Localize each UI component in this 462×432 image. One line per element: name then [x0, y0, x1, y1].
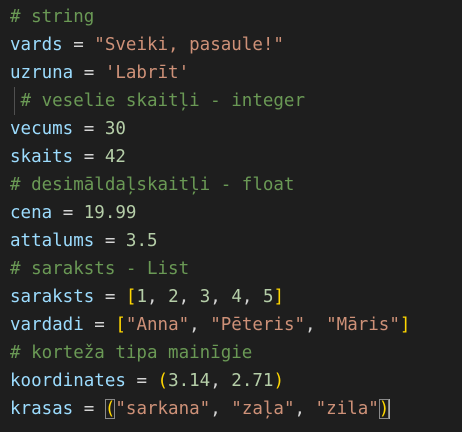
token-variable: skaits	[10, 147, 74, 167]
token-bracket1: [	[115, 315, 126, 335]
token-number: 30	[104, 119, 126, 139]
token-number: 19.99	[83, 203, 137, 223]
token-bracket1-match: (	[104, 399, 116, 419]
line-comment-tuple[interactable]: # korteža tipa mainīgie	[10, 339, 252, 367]
line-uzruna[interactable]: uzruna = 'Labrīt'	[10, 59, 189, 87]
token-string: "zila"	[315, 399, 379, 419]
token-operator: =	[94, 287, 126, 307]
line-krasas[interactable]: krasas = ("sarkana", "zaļa", "zila")	[10, 395, 391, 423]
token-punct: ,	[305, 315, 327, 335]
token-string: 'Labrīt'	[104, 63, 190, 83]
token-operator: =	[73, 119, 105, 139]
token-number: 42	[104, 147, 126, 167]
line-comment-list[interactable]: # saraksts - List	[10, 255, 189, 283]
token-comment: # veselie skaitļi - integer	[10, 91, 306, 111]
line-attalums[interactable]: attalums = 3.5	[10, 227, 158, 255]
token-comment: # saraksts - List	[10, 259, 190, 279]
token-punct: ,	[147, 287, 169, 307]
token-number: 3.5	[125, 231, 158, 251]
token-number: 2	[168, 287, 179, 307]
token-punct: ,	[210, 371, 232, 391]
line-comment-float[interactable]: # desimāldaļskaitļi - float	[10, 171, 294, 199]
token-variable: koordinates	[10, 371, 126, 391]
token-number: 4	[231, 287, 242, 307]
token-punct: ,	[241, 287, 263, 307]
token-string: "Pēteris"	[210, 315, 306, 335]
token-number: 5	[262, 287, 274, 307]
token-string: "sarkana"	[115, 399, 211, 419]
token-operator: =	[73, 399, 105, 419]
text-cursor	[388, 399, 391, 419]
token-number: 3	[199, 287, 211, 307]
token-punct: ,	[210, 287, 232, 307]
token-comment: # string	[10, 7, 95, 27]
token-string: "Anna"	[125, 315, 190, 335]
token-bracket1: ]	[273, 287, 285, 307]
token-variable: saraksts	[10, 287, 95, 307]
line-vecums[interactable]: vecums = 30	[10, 115, 126, 143]
token-punct: ,	[189, 315, 211, 335]
token-number: 2.71	[231, 371, 274, 391]
token-variable: uzruna	[10, 63, 74, 83]
token-number: 1	[136, 287, 147, 307]
token-bracket1: ]	[399, 315, 411, 335]
token-operator: =	[73, 147, 105, 167]
line-vards[interactable]: vards = "Sveiki, pasaule!"	[10, 31, 284, 59]
token-string: "Māris"	[326, 315, 400, 335]
token-comment: # korteža tipa mainīgie	[10, 343, 253, 363]
token-operator: =	[62, 35, 95, 55]
token-comment: # desimāldaļskaitļi - float	[10, 175, 295, 195]
token-variable: vards	[10, 35, 63, 55]
token-punct: ,	[178, 287, 200, 307]
token-bracket1: (	[157, 371, 169, 391]
token-operator: =	[94, 231, 126, 251]
token-variable: cena	[10, 203, 53, 223]
code-editor[interactable]: # string vards = "Sveiki, pasaule!" uzruna…	[0, 0, 462, 432]
line-vardadi[interactable]: vardadi = ["Anna", "Pēteris", "Māris"]	[10, 311, 410, 339]
token-punct: ,	[294, 399, 316, 419]
line-comment-string[interactable]: # string	[10, 3, 94, 31]
token-punct: ,	[210, 399, 232, 419]
line-comment-integer[interactable]: # veselie skaitļi - integer	[10, 87, 305, 115]
line-cena[interactable]: cena = 19.99	[10, 199, 136, 227]
token-variable: vardadi	[10, 315, 84, 335]
token-bracket1: )	[273, 371, 284, 391]
token-number: 3.14	[168, 371, 211, 391]
token-operator: =	[83, 315, 116, 335]
token-string: "zaļa"	[231, 399, 295, 419]
token-operator: =	[73, 63, 105, 83]
line-skaits[interactable]: skaits = 42	[10, 143, 126, 171]
token-variable: vecums	[10, 119, 74, 139]
token-variable: krasas	[10, 399, 74, 419]
token-string: "Sveiki, pasaule!"	[94, 35, 284, 55]
token-operator: =	[125, 371, 158, 391]
token-variable: attalums	[10, 231, 95, 251]
line-saraksts[interactable]: saraksts = [1, 2, 3, 4, 5]	[10, 283, 284, 311]
line-koordinates[interactable]: koordinates = (3.14, 2.71)	[10, 367, 284, 395]
token-bracket1: [	[125, 287, 137, 307]
token-operator: =	[52, 203, 84, 223]
